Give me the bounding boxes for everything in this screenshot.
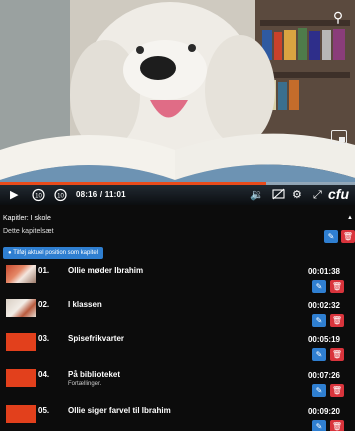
chapter-thumbnail	[6, 265, 36, 283]
chapter-row[interactable]: 01. Ollie møder Ibrahim 00:01:38 ✎ 🗑	[0, 263, 355, 297]
chapter-row[interactable]: 04. På biblioteket Fortællinger. 00:07:2…	[0, 367, 355, 401]
pencil-icon: ✎	[315, 386, 323, 395]
chapter-duration: 00:07:26	[307, 371, 340, 380]
video-frame-dog-reading	[0, 0, 355, 205]
trash-icon: 🗑	[331, 282, 343, 291]
delete-chapter-button[interactable]: 🗑	[330, 280, 344, 293]
chapter-title: Ollie siger farvel til Ibrahim	[68, 406, 171, 415]
search-button[interactable]: ⚲	[329, 8, 347, 26]
chapter-row[interactable]: 03. Spisefrikvarter 00:05:19 ✎ 🗑	[0, 331, 355, 365]
delete-chapter-button[interactable]: 🗑	[330, 314, 344, 327]
chapter-number: 01.	[38, 266, 50, 275]
trash-icon: 🗑	[342, 232, 354, 241]
plus-icon: ●	[8, 250, 12, 256]
play-icon: ▶	[10, 189, 19, 201]
edit-chapter-button[interactable]: ✎	[312, 280, 326, 293]
chapter-thumbnail	[6, 405, 36, 423]
volume-button[interactable]: 🔉	[250, 188, 264, 202]
trash-icon: 🗑	[331, 422, 343, 431]
subtitles-button[interactable]	[272, 188, 285, 202]
pencil-icon: ✎	[315, 350, 323, 359]
chapter-title: Ollie møder Ibrahim	[68, 266, 144, 275]
chapter-panel: Kapitler: I skole ▲ Dette kapitelsæt ✎ 🗑…	[0, 207, 355, 431]
chapter-number: 03.	[38, 334, 50, 343]
subtitles-off-icon	[272, 188, 285, 200]
chapter-number: 04.	[38, 370, 50, 379]
brand-logo: cfu	[328, 186, 349, 202]
current-time: 08:16	[76, 190, 98, 199]
edit-chapter-button[interactable]: ✎	[312, 348, 326, 361]
chapter-duration: 00:05:19	[307, 335, 340, 344]
progress-bar[interactable]	[0, 182, 355, 185]
chapter-thumbnail	[6, 369, 36, 387]
chapter-row[interactable]: 02. I klassen 00:02:32 ✎ 🗑	[0, 297, 355, 331]
trash-icon: 🗑	[331, 350, 343, 359]
chapter-thumbnail	[6, 299, 36, 317]
total-time: 11:01	[104, 190, 126, 199]
chapter-duration: 00:02:32	[307, 301, 340, 310]
add-chapter-button[interactable]: ● Tilføj aktuel position som kapitel	[3, 247, 103, 259]
progress-fill	[0, 182, 267, 185]
edit-chapter-button[interactable]: ✎	[312, 314, 326, 327]
trash-icon: 🗑	[331, 316, 343, 325]
chapter-description: Fortællinger.	[68, 381, 102, 387]
gear-icon: ⚙	[292, 189, 302, 201]
chapter-title: I klassen	[68, 300, 102, 309]
chapter-duration: 00:09:20	[307, 407, 340, 416]
add-chapter-label: Tilføj aktuel position som kapitel	[13, 250, 98, 256]
chapter-set-title: Kapitler: I skole	[3, 215, 51, 222]
forward-10-icon: 10	[54, 188, 67, 202]
search-icon: ⚲	[332, 9, 344, 25]
delete-chapter-button[interactable]: 🗑	[330, 420, 344, 431]
rewind-10-icon: 10	[32, 188, 45, 202]
chapter-title: Spisefrikvarter	[68, 334, 125, 343]
delete-chapter-button[interactable]: 🗑	[330, 348, 344, 361]
fullscreen-button[interactable]: ⤢	[313, 188, 322, 202]
edit-chapter-button[interactable]: ✎	[312, 384, 326, 397]
edit-chapter-set-button[interactable]: ✎	[324, 230, 338, 243]
delete-chapter-set-button[interactable]: 🗑	[341, 230, 355, 243]
pencil-icon: ✎	[315, 282, 323, 291]
chapter-row[interactable]: 05. Ollie siger farvel til Ibrahim 00:09…	[0, 403, 355, 431]
pencil-icon: ✎	[315, 422, 323, 431]
chapter-thumbnail	[6, 333, 36, 351]
chapter-number: 05.	[38, 406, 50, 415]
time-display: 08:16 / 11:01	[76, 190, 126, 199]
player-page: ⚲ ▶ 10 10 08:16 / 11:01 🔉 ⚙ ⤢ cfu Kapitl…	[0, 0, 355, 431]
collapse-icon[interactable]: ▲	[347, 215, 353, 221]
play-button[interactable]: ▶	[10, 188, 18, 202]
svg-text:10: 10	[57, 194, 64, 200]
video-player[interactable]: ⚲ ▶ 10 10 08:16 / 11:01 🔉 ⚙ ⤢ cfu	[0, 0, 355, 205]
pencil-icon: ✎	[327, 232, 335, 241]
chapter-number: 02.	[38, 300, 50, 309]
chapter-title: På biblioteket	[68, 370, 121, 379]
delete-chapter-button[interactable]: 🗑	[330, 384, 344, 397]
picture-in-picture-button[interactable]	[331, 130, 347, 144]
trash-icon: 🗑	[331, 386, 343, 395]
chapter-set-subtitle: Dette kapitelsæt	[3, 228, 54, 235]
svg-text:10: 10	[35, 194, 42, 200]
rewind-button[interactable]: 10	[31, 188, 46, 202]
fullscreen-icon: ⤢	[313, 189, 322, 201]
settings-button[interactable]: ⚙	[292, 188, 302, 202]
edit-chapter-button[interactable]: ✎	[312, 420, 326, 431]
volume-icon: 🔉	[250, 189, 264, 201]
chapter-duration: 00:01:38	[307, 267, 340, 276]
pencil-icon: ✎	[315, 316, 323, 325]
forward-button[interactable]: 10	[53, 188, 68, 202]
